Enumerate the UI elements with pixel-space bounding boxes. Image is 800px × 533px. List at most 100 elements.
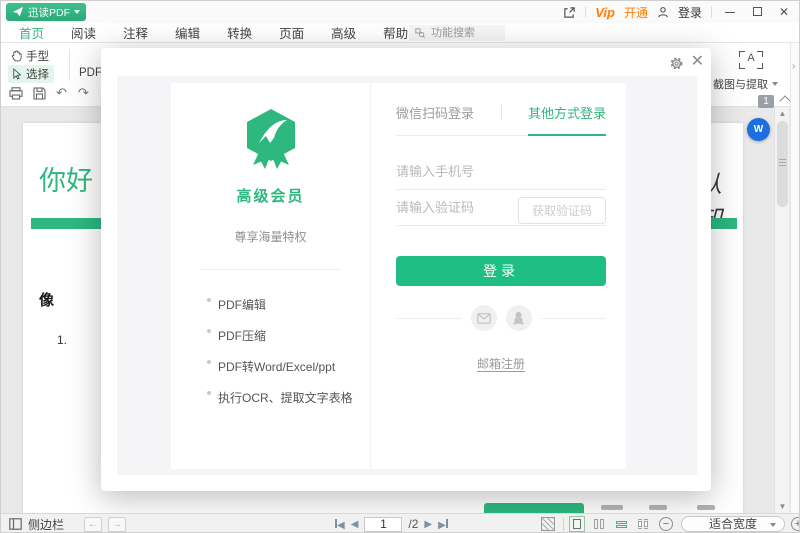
pdf-to-word-fab[interactable]: W	[747, 118, 770, 141]
feature-item: PDF转Word/Excel/ppt	[207, 352, 370, 383]
bullet-icon	[207, 391, 211, 395]
doc-heading-left: 你好	[39, 159, 93, 198]
history-forward-button[interactable]: →	[108, 517, 126, 532]
open-vip-button[interactable]: 开通	[624, 4, 648, 21]
next-page-button[interactable]: ▶	[424, 519, 432, 530]
email-login-button[interactable]	[471, 305, 497, 331]
divider	[201, 269, 341, 270]
doc-subheading: 像	[39, 289, 54, 310]
select-tool-button[interactable]: 选择	[8, 65, 54, 83]
modal-body: 高级会员 尊享海量特权 PDF编辑 PDF压缩 PDF转Word/Excel/p…	[117, 76, 697, 475]
page-number-input[interactable]	[364, 517, 402, 532]
hand-tool-label: 手型	[26, 48, 49, 64]
divider	[585, 6, 586, 18]
code-row: 获取验证码	[396, 190, 606, 226]
expand-panel-icon[interactable]: ›	[792, 61, 795, 72]
function-search-input[interactable]	[429, 26, 499, 40]
qq-penguin-icon	[512, 311, 525, 325]
maximize-button[interactable]	[748, 1, 766, 23]
menu-page[interactable]: 页面	[279, 21, 304, 45]
two-page-view-button[interactable]	[591, 516, 607, 532]
feature-item: 执行OCR、提取文字表格	[207, 383, 370, 414]
menu-annotate[interactable]: 注释	[123, 21, 148, 45]
undo-icon[interactable]: ↶	[56, 85, 67, 101]
login-button[interactable]: 登录	[678, 4, 702, 21]
hand-tool-button[interactable]: 手型	[11, 48, 49, 64]
settings-gear-icon[interactable]	[669, 56, 684, 71]
fit-width-dropdown[interactable]: 适合宽度	[681, 516, 785, 532]
document-scrollbar[interactable]: ▲ ▼	[774, 107, 789, 513]
share-icon[interactable]	[563, 6, 576, 19]
zoom-in-button[interactable]: +	[791, 517, 800, 531]
capture-icon[interactable]: A	[739, 51, 763, 69]
envelope-icon	[477, 313, 491, 324]
feature-item: PDF编辑	[207, 290, 370, 321]
divider	[396, 318, 462, 319]
tab-wechat-login[interactable]: 微信扫码登录	[396, 103, 474, 134]
login-tabs: 微信扫码登录 其他方式登录	[396, 103, 606, 136]
email-register-link[interactable]: 邮箱注册	[396, 355, 606, 372]
bullet-icon	[207, 298, 211, 302]
menu-convert[interactable]: 转换	[227, 21, 252, 45]
continuous-view-button[interactable]	[613, 516, 629, 532]
function-search-box[interactable]	[409, 25, 505, 41]
login-submit-button[interactable]: 登录	[396, 256, 606, 286]
save-icon[interactable]	[33, 87, 46, 100]
modal-close-icon[interactable]: ✕	[691, 54, 704, 70]
app-menu-button[interactable]: 迅读PDF	[6, 3, 86, 21]
get-code-button[interactable]: 获取验证码	[518, 197, 606, 224]
status-bar: 侧边栏 ← → ◀ ◀ /2 ▶ ▶ − 适合宽度 +	[1, 513, 800, 533]
continuous-two-page-view-button[interactable]	[635, 516, 651, 532]
scrollbar-grip	[779, 159, 786, 160]
clipped-label	[649, 505, 667, 510]
scroll-up-icon[interactable]: ▲	[775, 109, 790, 118]
login-modal: ✕ 高级会员 尊享海量特权 PDF编辑 PDF压缩	[101, 48, 711, 491]
sidebar-label: 侧边栏	[28, 516, 64, 533]
vip-logo-icon: Vip	[595, 5, 615, 20]
first-page-button[interactable]: ◀	[335, 515, 345, 533]
fit-width-label: 适合宽度	[709, 517, 757, 531]
last-page-button[interactable]: ▶	[438, 515, 448, 533]
pdf-suite-label-clipped: PDF	[79, 67, 102, 79]
clipped-label	[601, 505, 623, 510]
title-bar: 迅读PDF Vip 开通 登录 ✕	[1, 1, 800, 23]
sidebar-toggle-icon[interactable]	[9, 518, 22, 530]
print-icon[interactable]	[9, 87, 23, 100]
single-page-view-button[interactable]	[569, 516, 585, 532]
capture-extract-button[interactable]: 截图与提取	[713, 76, 778, 92]
menu-read[interactable]: 阅读	[71, 21, 96, 45]
capture-extract-label: 截图与提取	[713, 76, 768, 92]
feature-item: PDF压缩	[207, 321, 370, 352]
redo-icon[interactable]: ↷	[78, 85, 89, 101]
tab-other-login[interactable]: 其他方式登录	[528, 103, 606, 136]
divider	[563, 518, 564, 531]
doc-list-marker: 1.	[57, 333, 67, 347]
menu-help[interactable]: 帮助	[383, 21, 408, 45]
phone-input[interactable]	[396, 154, 606, 190]
toolbar-page-badge: 1	[758, 95, 774, 108]
divider	[711, 6, 712, 18]
menu-home[interactable]: 首页	[19, 21, 44, 45]
divider	[501, 105, 502, 119]
menu-advanced[interactable]: 高级	[331, 21, 356, 45]
bird-logo-icon	[12, 6, 24, 18]
cursor-icon	[11, 68, 22, 80]
login-panel: 微信扫码登录 其他方式登录 获取验证码 登录	[371, 83, 626, 469]
history-back-button[interactable]: ←	[84, 517, 102, 532]
bullet-icon	[207, 360, 211, 364]
scrollbar-thumb[interactable]	[777, 121, 788, 207]
prev-page-button[interactable]: ◀	[351, 519, 359, 530]
page-thumbnail-icon[interactable]	[541, 517, 555, 531]
zoom-out-button[interactable]: −	[659, 517, 673, 531]
minimize-button[interactable]	[721, 1, 739, 23]
scroll-down-icon[interactable]: ▼	[775, 502, 790, 511]
menu-edit[interactable]: 编辑	[175, 21, 200, 45]
user-icon	[657, 6, 669, 18]
chevron-down-icon	[74, 10, 80, 14]
clipped-green-button[interactable]	[484, 503, 584, 513]
hand-icon	[11, 50, 22, 62]
qq-login-button[interactable]	[506, 305, 532, 331]
menu-bar: 首页 阅读 注释 编辑 转换 页面 高级 帮助	[1, 23, 800, 43]
social-login-row	[396, 305, 606, 331]
close-button[interactable]: ✕	[775, 1, 793, 23]
